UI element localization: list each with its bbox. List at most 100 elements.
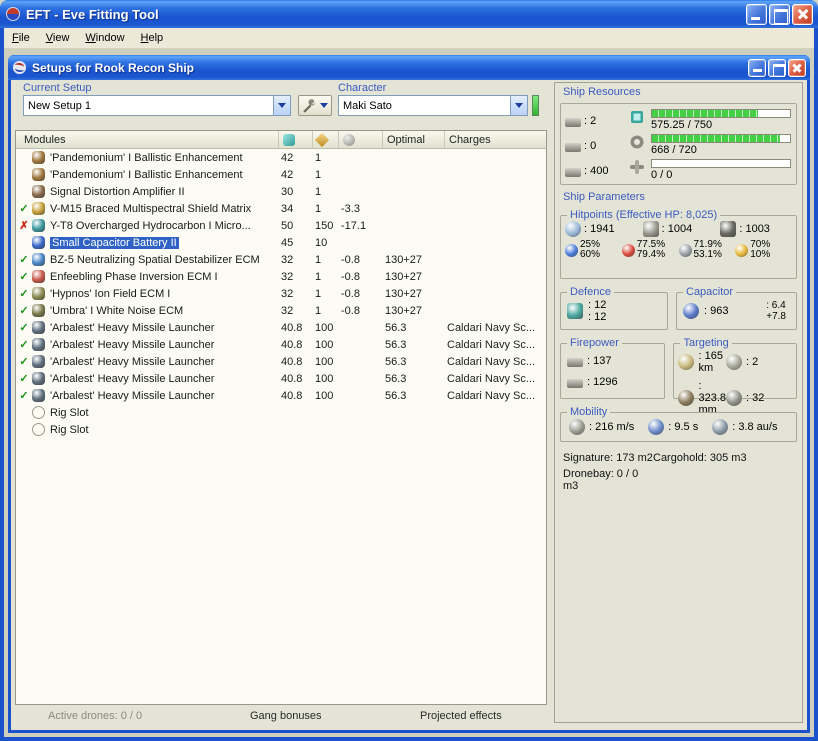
menu-view[interactable]: View (38, 29, 78, 48)
maximize-button[interactable] (769, 3, 790, 25)
app-titlebar[interactable]: EFT - Eve Fitting Tool (0, 0, 818, 28)
character-dropdown-button[interactable] (510, 96, 527, 115)
turret-hardpoints-value: : 2 (584, 114, 597, 127)
kinetic-resist: 71.9% 53.1% (678, 240, 736, 260)
module-row[interactable]: Rig Slot (16, 421, 546, 438)
module-row[interactable]: ✓ 'Arbalest' Heavy Missile Launcher 40.8 10… (16, 370, 546, 387)
module-capacitor: -3.3 (341, 202, 360, 215)
powergrid-column-header[interactable] (313, 131, 339, 148)
projected-effects-label: Projected effects (420, 710, 502, 722)
turret-dps-value: : 137 (587, 354, 612, 367)
chevron-down-icon (515, 103, 523, 108)
firepower-label: Firepower (567, 337, 622, 349)
module-row[interactable]: ✗ Y-T8 Overcharged Hydrocarbon I Micro...… (16, 217, 546, 234)
module-row[interactable]: ✓ 'Umbra' I White Noise ECM 32 1 -0.8 130+27 (16, 302, 546, 319)
module-icon (32, 286, 45, 300)
capacitor-column-header[interactable] (339, 131, 383, 148)
module-icon (32, 337, 45, 351)
module-row[interactable]: ✓ BZ-5 Neutralizing Spatial Destabilizer … (16, 251, 546, 268)
module-row[interactable]: ✓ Enfeebling Phase Inversion ECM I 32 1 -0.8… (16, 268, 546, 285)
module-name: 'Hypnos' Ion Field ECM I (50, 287, 171, 300)
thermal-resist-icon (621, 243, 635, 257)
module-powergrid: 100 (315, 372, 334, 385)
module-status-icon: ✓ (19, 322, 29, 334)
module-powergrid: 100 (315, 355, 334, 368)
module-charges: Caldari Navy Sc... (447, 321, 536, 334)
current-setup-dropdown-button[interactable] (273, 96, 290, 115)
setup-close-button[interactable] (788, 58, 806, 77)
module-icon (32, 320, 45, 334)
capacitor-value: : 963 (704, 305, 729, 317)
setup-tools-button[interactable] (298, 95, 332, 116)
module-charges: Caldari Navy Sc... (447, 355, 536, 368)
menu-help[interactable]: Help (133, 29, 172, 48)
module-row[interactable]: ✓ V-M15 Braced Multispectral Shield Matri… (16, 200, 546, 217)
close-button[interactable] (792, 3, 813, 25)
setup-titlebar[interactable]: Setups for Rook Recon Ship (8, 55, 810, 80)
module-row[interactable]: ✓ 'Arbalest' Heavy Missile Launcher 40.8 10… (16, 353, 546, 370)
module-row[interactable]: Signal Distortion Amplifier II 30 1 (16, 183, 546, 200)
menu-file[interactable]: File (4, 29, 38, 48)
sensor-strength-icon (726, 390, 742, 406)
missile-dps-value: : 1296 (587, 375, 618, 388)
module-row[interactable]: Rig Slot (16, 404, 546, 421)
module-icon (32, 167, 45, 181)
module-status-icon: ✓ (19, 203, 29, 215)
setup-maximize-button[interactable] (768, 58, 786, 77)
chevron-down-icon (278, 103, 286, 108)
module-name: V-M15 Braced Multispectral Shield Matrix (50, 202, 252, 215)
cpu-column-header[interactable] (279, 131, 313, 148)
max-targets-value: : 2 (746, 356, 759, 368)
module-name: Signal Distortion Amplifier II (50, 185, 185, 198)
defence-label: Defence (567, 286, 614, 298)
module-row[interactable]: ✓ 'Arbalest' Heavy Missile Launcher 40.8 10… (16, 387, 546, 404)
thermal-armor-resist: 79.4% (636, 249, 666, 260)
module-optimal: 130+27 (385, 287, 423, 300)
module-icon (32, 235, 45, 249)
dronebay-value: Dronebay: 0 / 0 m3 (563, 468, 639, 492)
explosive-armor-resist: 10% (750, 249, 771, 260)
module-name: BZ-5 Neutralizing Spatial Destabilizer E… (50, 253, 260, 266)
module-capacitor: -0.8 (341, 270, 360, 283)
module-row[interactable]: 'Pandemonium' I Ballistic Enhancement 42 1 (16, 166, 546, 183)
current-setup-value: New Setup 1 (28, 99, 91, 112)
minimize-button[interactable] (746, 3, 767, 25)
module-row[interactable]: ✓ 'Hypnos' Ion Field ECM I 32 1 -0.8 130+27 (16, 285, 546, 302)
capacitor-group: Capacitor : 963 : 6.4 +7.8 (676, 286, 797, 330)
modules-column-header[interactable]: Modules (16, 131, 279, 148)
module-icon (32, 201, 45, 215)
module-name: Y-T8 Overcharged Hydrocarbon I Micro... (50, 219, 251, 232)
module-cpu: 50 (281, 219, 294, 232)
powergrid-bar-row: 668 / 720 (627, 133, 794, 158)
setup-window-icon (12, 60, 27, 75)
module-status-icon: ✓ (19, 271, 29, 283)
turret-hardpoints: : 2 (565, 108, 627, 133)
setup-window: Setups for Rook Recon Ship Current Setup… (8, 55, 810, 733)
optimal-column-header[interactable]: Optimal (383, 131, 445, 148)
rig-slot-icon (32, 405, 45, 419)
current-setup-label: Current Setup (23, 82, 92, 94)
align-time-value: : 9.5 s (668, 421, 699, 433)
module-icon (32, 252, 45, 266)
targeting-label: Targeting (680, 337, 732, 349)
module-powergrid: 100 (315, 338, 334, 351)
character-combobox[interactable]: Maki Sato (338, 95, 528, 116)
charges-column-header[interactable]: Charges (445, 131, 546, 148)
module-row[interactable]: Small Capacitor Battery II 45 10 (16, 234, 546, 251)
scan-resolution-icon (678, 390, 695, 406)
module-status-icon: ✗ (19, 220, 29, 232)
module-row[interactable]: 'Pandemonium' I Ballistic Enhancement 42 1 (16, 149, 546, 166)
module-row[interactable]: ✓ 'Arbalest' Heavy Missile Launcher 40.8 10… (16, 319, 546, 336)
module-powergrid: 1 (315, 151, 322, 164)
hitpoint-pools: : 1941 : 1004 : 1003 (565, 221, 792, 237)
setup-client-area: Current Setup New Setup 1 Character Maki… (11, 80, 807, 730)
module-status-icon: ✓ (19, 373, 29, 385)
module-row[interactable]: ✓ 'Arbalest' Heavy Missile Launcher 40.8 10… (16, 336, 546, 353)
kinetic-armor-resist: 53.1% (693, 249, 722, 260)
modules-list: Modules Optimal Charges 'Pandemonium' I … (15, 130, 547, 705)
menu-window[interactable]: Window (77, 29, 132, 48)
ship-info-panel: Ship Resources : 2 : 0: 400 575.25 / 75… (554, 82, 803, 723)
setup-minimize-button[interactable] (748, 58, 766, 77)
ship-resources-group: : 2 : 0 : 400 575.25 / 750 668 / 720 0 /… (560, 103, 797, 185)
current-setup-combobox[interactable]: New Setup 1 (23, 95, 291, 116)
